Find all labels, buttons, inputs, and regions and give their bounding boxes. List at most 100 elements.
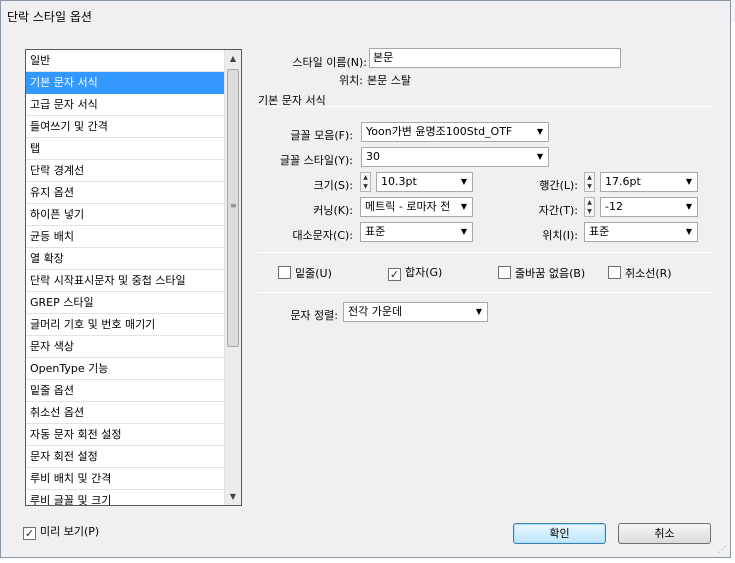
position-label: 위치(I): (542, 229, 578, 242)
divider-bottom-checkboxes (258, 292, 712, 293)
category-item[interactable]: 단락 시작표시문자 및 중첩 스타일 (26, 270, 224, 292)
category-item[interactable]: 문자 회전 설정 (26, 446, 224, 468)
size-value: 10.3pt (381, 175, 417, 188)
category-item[interactable]: 기본 문자 서식 (26, 72, 224, 94)
chevron-down-icon: ▼ (460, 227, 467, 236)
position-select[interactable]: 표준 ▼ (584, 222, 698, 242)
chevron-down-icon: ▼ (685, 227, 692, 236)
category-item[interactable]: 자동 문자 회전 설정 (26, 424, 224, 446)
leading-label: 행간(L): (539, 179, 578, 192)
checkbox-box[interactable] (608, 266, 621, 279)
leading-select[interactable]: 17.6pt ▼ (600, 172, 698, 192)
preview-label: 미리 보기(P) (40, 525, 100, 538)
tracking-select[interactable]: -12 ▼ (600, 197, 698, 217)
paragraph-style-options-dialog: 단락 스타일 옵션 일반 기본 문자 서식 고급 문자 서식 들여쓰기 및 간격 탭 단락… (0, 0, 731, 558)
chevron-down-icon: ▼ (460, 202, 467, 211)
location-value: 본문 스탈 (367, 74, 411, 87)
style-name-label: 스타일 이름(N): (292, 56, 367, 69)
resize-grip-icon[interactable]: ⋰ (718, 545, 728, 555)
font-style-value: 30 (366, 150, 380, 163)
size-label: 크기(S): (313, 179, 353, 192)
category-item[interactable]: 루비 배치 및 간격 (26, 468, 224, 490)
underline-label: 밑줄(U) (295, 267, 332, 280)
category-item[interactable]: 탭 (26, 138, 224, 160)
title-bar[interactable]: 단락 스타일 옵션 (1, 1, 730, 27)
list-scrollbar[interactable]: ▲ ≡ ▼ (224, 50, 241, 505)
chevron-down-icon: ▼ (685, 202, 692, 211)
alignment-label: 문자 정렬: (290, 309, 338, 322)
size-select[interactable]: 10.3pt ▼ (376, 172, 473, 192)
no-break-checkbox[interactable]: 줄바꿈 없음(B) (498, 266, 585, 282)
category-item[interactable]: GREP 스타일 (26, 292, 224, 314)
checkbox-box[interactable] (498, 266, 511, 279)
tracking-stepper[interactable]: ▲ ▼ (584, 197, 595, 217)
category-item[interactable]: 열 확장 (26, 248, 224, 270)
spin-up-icon[interactable]: ▲ (585, 173, 594, 182)
font-family-value: Yoon가변 윤명조100Std_OTF (366, 125, 513, 138)
chevron-down-icon: ▼ (460, 177, 467, 186)
category-item[interactable]: 일반 (26, 50, 224, 72)
category-item[interactable]: 글머리 기호 및 번호 매기기 (26, 314, 224, 336)
category-item[interactable]: 하이픈 넣기 (26, 204, 224, 226)
font-style-label: 글꼴 스타일(Y): (279, 154, 353, 167)
section-divider (258, 106, 712, 107)
case-select[interactable]: 표준 ▼ (360, 222, 473, 242)
font-family-select[interactable]: Yoon가변 윤명조100Std_OTF ▼ (361, 122, 549, 142)
category-item[interactable]: 취소선 옵션 (26, 402, 224, 424)
category-item[interactable]: 밑줄 옵션 (26, 380, 224, 402)
category-item[interactable]: 들여쓰기 및 간격 (26, 116, 224, 138)
font-family-label: 글꼴 모음(F): (290, 129, 353, 142)
category-item[interactable]: 고급 문자 서식 (26, 94, 224, 116)
kerning-select[interactable]: 메트릭 - 로마자 전 ▼ (360, 197, 473, 217)
kerning-label: 커닝(K): (313, 204, 353, 217)
category-item[interactable]: 유지 옵션 (26, 182, 224, 204)
category-items: 일반 기본 문자 서식 고급 문자 서식 들여쓰기 및 간격 탭 단락 경계선 유지 옵션 하… (26, 50, 224, 505)
category-item[interactable]: 단락 경계선 (26, 160, 224, 182)
category-item[interactable]: 루비 글꼴 및 크기 (26, 490, 224, 505)
category-item[interactable]: 균등 배치 (26, 226, 224, 248)
cancel-button[interactable]: 취소 (618, 523, 711, 544)
no-break-label: 줄바꿈 없음(B) (515, 267, 586, 280)
category-list[interactable]: 일반 기본 문자 서식 고급 문자 서식 들여쓰기 및 간격 탭 단락 경계선 유지 옵션 하… (25, 49, 242, 506)
leading-stepper[interactable]: ▲ ▼ (584, 172, 595, 192)
strikethrough-label: 취소선(R) (625, 267, 672, 280)
checkbox-box[interactable] (278, 266, 291, 279)
scroll-thumb[interactable]: ≡ (227, 69, 239, 347)
style-name-input[interactable]: 본문 (369, 48, 621, 68)
divider-top-checkboxes (258, 252, 712, 253)
underline-checkbox[interactable]: 밑줄(U) (278, 266, 332, 282)
spin-up-icon[interactable]: ▲ (361, 173, 370, 182)
size-stepper[interactable]: ▲ ▼ (360, 172, 371, 192)
location-label: 위치: (339, 74, 363, 87)
grip-icon: ≡ (230, 201, 237, 210)
dialog-title: 단락 스타일 옵션 (7, 10, 92, 24)
case-label: 대소문자(C): (292, 229, 353, 242)
checkbox-box[interactable]: ✓ (388, 268, 401, 281)
spin-down-icon[interactable]: ▼ (585, 182, 594, 191)
strikethrough-checkbox[interactable]: 취소선(R) (608, 266, 672, 282)
category-item[interactable]: 문자 색상 (26, 336, 224, 358)
leading-value: 17.6pt (605, 175, 641, 188)
checkbox-box[interactable]: ✓ (23, 527, 36, 540)
ok-button[interactable]: 확인 (513, 523, 606, 544)
position-value: 표준 (589, 225, 610, 238)
chevron-down-icon: ▼ (536, 152, 543, 161)
alignment-value: 전각 가운데 (348, 305, 403, 318)
chevron-down-icon: ▼ (475, 307, 482, 316)
preview-checkbox[interactable]: ✓ 미리 보기(P) (23, 525, 99, 541)
spin-down-icon[interactable]: ▼ (361, 182, 370, 191)
scroll-down-arrow-icon[interactable]: ▼ (225, 488, 241, 505)
chevron-down-icon: ▼ (536, 127, 543, 136)
chevron-down-icon: ▼ (685, 177, 692, 186)
ligatures-label: 합자(G) (405, 266, 443, 279)
category-item[interactable]: OpenType 기능 (26, 358, 224, 380)
tracking-label: 자간(T): (538, 204, 578, 217)
kerning-value: 메트릭 - 로마자 전 (365, 200, 451, 213)
tracking-value: -12 (605, 200, 623, 213)
ligatures-checkbox[interactable]: ✓ 합자(G) (388, 266, 442, 282)
scroll-up-arrow-icon[interactable]: ▲ (225, 50, 241, 67)
spin-up-icon[interactable]: ▲ (585, 198, 594, 207)
font-style-select[interactable]: 30 ▼ (361, 147, 549, 167)
spin-down-icon[interactable]: ▼ (585, 207, 594, 216)
alignment-select[interactable]: 전각 가운데 ▼ (343, 302, 488, 322)
